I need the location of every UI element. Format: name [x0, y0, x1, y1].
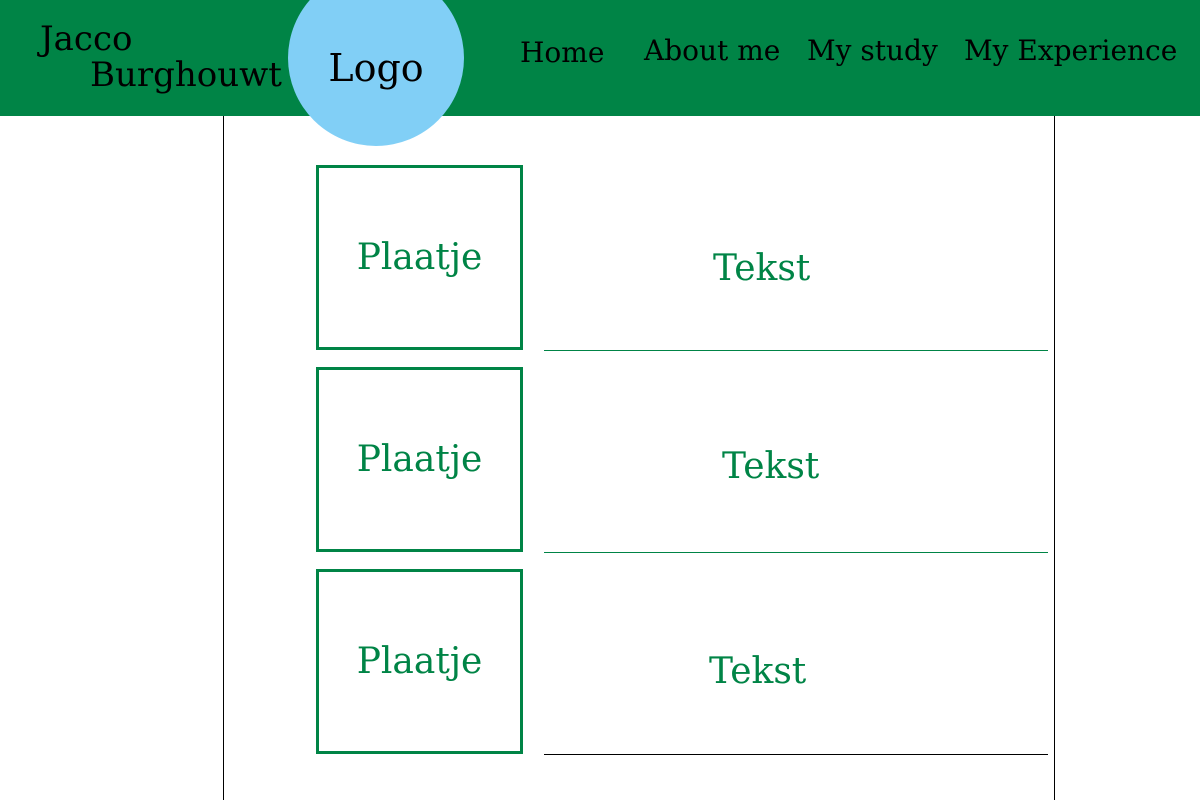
page: Jacco Burghouwt Home About me My study M…	[0, 0, 1200, 800]
image-placeholder-3: Plaatje	[316, 569, 523, 754]
image-placeholder-label: Plaatje	[356, 237, 483, 278]
row-divider-2	[544, 552, 1048, 553]
row-divider-3	[544, 754, 1048, 755]
nav-my-study[interactable]: My study	[807, 34, 938, 67]
header-bar: Jacco Burghouwt Home About me My study M…	[0, 0, 1200, 116]
image-placeholder-label: Plaatje	[356, 641, 483, 682]
image-placeholder-label: Plaatje	[356, 439, 483, 480]
image-placeholder-2: Plaatje	[316, 367, 523, 552]
nav-home[interactable]: Home	[520, 36, 604, 69]
row-text-1: Tekst	[713, 248, 811, 289]
image-placeholder-1: Plaatje	[316, 165, 523, 350]
logo-label: Logo	[328, 46, 424, 90]
site-name-last: Burghouwt	[90, 55, 282, 95]
row-text-3: Tekst	[709, 651, 807, 692]
site-name-first: Jacco	[40, 19, 133, 59]
nav-about-me[interactable]: About me	[644, 34, 780, 67]
row-text-2: Tekst	[722, 446, 820, 487]
nav-my-experience[interactable]: My Experience	[964, 34, 1177, 67]
row-divider-1	[544, 350, 1048, 351]
